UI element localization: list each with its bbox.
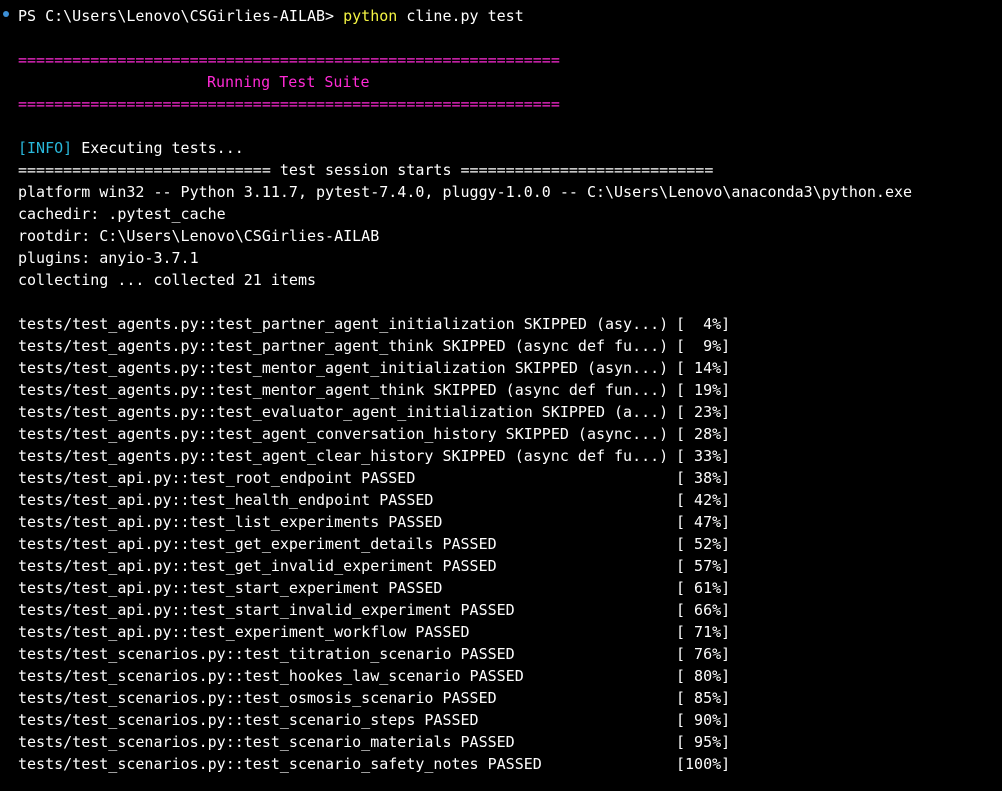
test-result-row: tests/test_api.py::test_get_invalid_expe… bbox=[18, 555, 730, 577]
banner-rule-bottom: ========================================… bbox=[18, 95, 560, 113]
test-result-name: tests/test_agents.py::test_mentor_agent_… bbox=[18, 381, 669, 399]
test-result-row: tests/test_agents.py::test_evaluator_age… bbox=[18, 401, 730, 423]
prompt-path: PS C:\Users\Lenovo\CSGirlies-AILAB> bbox=[18, 7, 344, 25]
test-result-row: tests/test_scenarios.py::test_scenario_s… bbox=[18, 753, 730, 775]
test-result-name: tests/test_agents.py::test_agent_convers… bbox=[18, 425, 669, 443]
prompt-line: PS C:\Users\Lenovo\CSGirlies-AILAB> pyth… bbox=[18, 5, 524, 27]
test-result-row: tests/test_agents.py::test_mentor_agent_… bbox=[18, 357, 730, 379]
info-line: [INFO] Executing tests... bbox=[18, 137, 244, 159]
test-result-percent: [ 28%] bbox=[676, 425, 731, 443]
test-result-name: tests/test_api.py::test_list_experiments… bbox=[18, 513, 443, 531]
test-result-percent: [100%] bbox=[676, 755, 731, 773]
test-result-percent: [ 71%] bbox=[676, 623, 731, 641]
test-result-percent: [ 42%] bbox=[676, 491, 731, 509]
test-result-row: tests/test_api.py::test_get_experiment_d… bbox=[18, 533, 730, 555]
test-result-percent: [ 47%] bbox=[676, 513, 731, 531]
test-result-percent: [ 19%] bbox=[676, 381, 731, 399]
test-result-row: tests/test_api.py::test_root_endpoint PA… bbox=[18, 467, 730, 489]
prompt-args: cline.py test bbox=[397, 7, 524, 25]
test-result-name: tests/test_scenarios.py::test_scenario_s… bbox=[18, 755, 542, 773]
test-result-row: tests/test_api.py::test_start_invalid_ex… bbox=[18, 599, 730, 621]
test-result-row: tests/test_agents.py::test_partner_agent… bbox=[18, 335, 730, 357]
test-result-row: tests/test_agents.py::test_agent_clear_h… bbox=[18, 445, 730, 467]
test-result-percent: [ 14%] bbox=[676, 359, 731, 377]
test-result-name: tests/test_api.py::test_root_endpoint PA… bbox=[18, 469, 416, 487]
test-result-name: tests/test_api.py::test_get_experiment_d… bbox=[18, 535, 497, 553]
test-result-percent: [ 23%] bbox=[676, 403, 731, 421]
test-result-name: tests/test_api.py::test_get_invalid_expe… bbox=[18, 557, 497, 575]
test-result-percent: [ 57%] bbox=[676, 557, 731, 575]
session-collecting: collecting ... collected 21 items bbox=[18, 271, 317, 289]
test-result-row: tests/test_api.py::test_start_experiment… bbox=[18, 577, 730, 599]
test-result-name: tests/test_api.py::test_start_experiment… bbox=[18, 579, 443, 597]
test-result-name: tests/test_scenarios.py::test_scenario_s… bbox=[18, 711, 479, 729]
test-result-percent: [ 66%] bbox=[676, 601, 731, 619]
test-result-row: tests/test_agents.py::test_mentor_agent_… bbox=[18, 379, 730, 401]
test-result-percent: [ 85%] bbox=[676, 689, 731, 707]
test-result-name: tests/test_scenarios.py::test_scenario_m… bbox=[18, 733, 515, 751]
test-result-name: tests/test_scenarios.py::test_osmosis_sc… bbox=[18, 689, 497, 707]
info-text: Executing tests... bbox=[72, 139, 244, 157]
test-result-percent: [ 76%] bbox=[676, 645, 731, 663]
test-result-row: tests/test_agents.py::test_agent_convers… bbox=[18, 423, 730, 445]
test-result-name: tests/test_api.py::test_start_invalid_ex… bbox=[18, 601, 515, 619]
test-result-percent: [ 33%] bbox=[676, 447, 731, 465]
test-result-row: tests/test_scenarios.py::test_osmosis_sc… bbox=[18, 687, 730, 709]
test-result-percent: [ 4%] bbox=[676, 315, 731, 333]
test-result-name: tests/test_agents.py::test_partner_agent… bbox=[18, 337, 669, 355]
test-result-name: tests/test_agents.py::test_partner_agent… bbox=[18, 315, 669, 333]
test-result-name: tests/test_api.py::test_experiment_workf… bbox=[18, 623, 470, 641]
banner-rule-top: ========================================… bbox=[18, 51, 560, 69]
terminal-window[interactable]: PS C:\Users\Lenovo\CSGirlies-AILAB> pyth… bbox=[0, 0, 1002, 791]
test-result-percent: [ 95%] bbox=[676, 733, 731, 751]
session-plugins: plugins: anyio-3.7.1 bbox=[18, 249, 199, 267]
test-result-name: tests/test_agents.py::test_evaluator_age… bbox=[18, 403, 669, 421]
test-result-row: tests/test_scenarios.py::test_titration_… bbox=[18, 643, 730, 665]
test-result-percent: [ 80%] bbox=[676, 667, 731, 685]
info-tag: [INFO] bbox=[18, 139, 73, 157]
banner-title: Running Test Suite bbox=[207, 73, 370, 91]
test-result-percent: [ 9%] bbox=[676, 337, 731, 355]
session-cachedir: cachedir: .pytest_cache bbox=[18, 205, 226, 223]
test-result-row: tests/test_scenarios.py::test_scenario_s… bbox=[18, 709, 730, 731]
test-result-row: tests/test_scenarios.py::test_scenario_m… bbox=[18, 731, 730, 753]
test-result-row: tests/test_api.py::test_list_experiments… bbox=[18, 511, 730, 533]
prompt-command: python bbox=[343, 7, 398, 25]
test-result-percent: [ 61%] bbox=[676, 579, 731, 597]
session-platform: platform win32 -- Python 3.11.7, pytest-… bbox=[18, 183, 913, 201]
test-result-percent: [ 52%] bbox=[676, 535, 731, 553]
test-result-name: tests/test_agents.py::test_mentor_agent_… bbox=[18, 359, 669, 377]
prompt-status-dot-icon bbox=[3, 11, 9, 17]
test-result-percent: [ 38%] bbox=[676, 469, 731, 487]
test-result-name: tests/test_api.py::test_health_endpoint … bbox=[18, 491, 434, 509]
test-result-name: tests/test_scenarios.py::test_titration_… bbox=[18, 645, 515, 663]
session-header: ============================ test sessio… bbox=[18, 161, 714, 179]
test-result-name: tests/test_scenarios.py::test_hookes_law… bbox=[18, 667, 524, 685]
test-result-name: tests/test_agents.py::test_agent_clear_h… bbox=[18, 447, 669, 465]
test-result-row: tests/test_api.py::test_experiment_workf… bbox=[18, 621, 730, 643]
test-result-row: tests/test_agents.py::test_partner_agent… bbox=[18, 313, 730, 335]
test-result-row: tests/test_api.py::test_health_endpoint … bbox=[18, 489, 730, 511]
test-result-row: tests/test_scenarios.py::test_hookes_law… bbox=[18, 665, 730, 687]
session-rootdir: rootdir: C:\Users\Lenovo\CSGirlies-AILAB bbox=[18, 227, 380, 245]
test-result-percent: [ 90%] bbox=[676, 711, 731, 729]
